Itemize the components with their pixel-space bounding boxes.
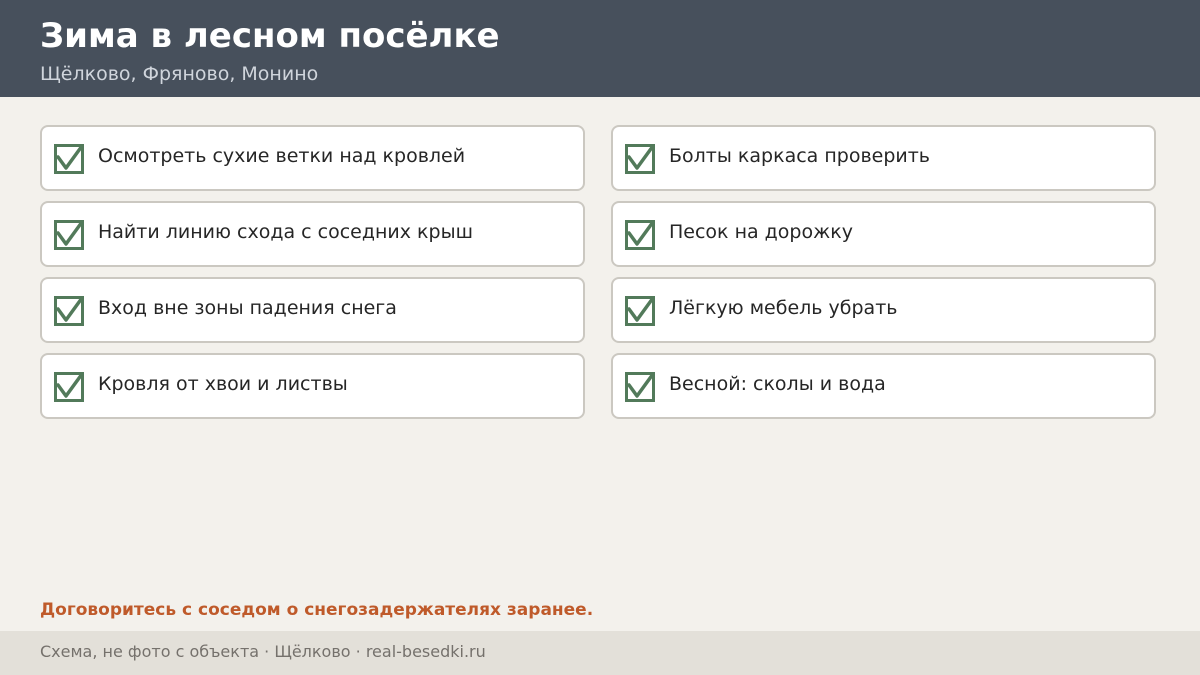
checklist-item-label: Осмотреть сухие ветки над кровлей xyxy=(98,145,466,167)
checklist-item[interactable]: Весной: сколы и вода xyxy=(611,353,1156,419)
checkbox-checked-icon[interactable] xyxy=(625,372,655,402)
checklist-item[interactable]: Болты каркаса проверить xyxy=(611,125,1156,191)
checklist-item-label: Вход вне зоны падения снега xyxy=(98,297,397,319)
checkbox-checked-icon[interactable] xyxy=(625,296,655,326)
checklist-item[interactable]: Лёгкую мебель убрать xyxy=(611,277,1156,343)
checkbox-checked-icon[interactable] xyxy=(54,372,84,402)
footer-caption: Схема, не фото с объекта · Щёлково · rea… xyxy=(40,642,486,661)
checklist-item-label: Лёгкую мебель убрать xyxy=(669,297,898,319)
checkbox-checked-icon[interactable] xyxy=(625,220,655,250)
checklist-item-label: Весной: сколы и вода xyxy=(669,373,886,395)
checkbox-checked-icon[interactable] xyxy=(625,144,655,174)
checklist-item-label: Песок на дорожку xyxy=(669,221,853,243)
checklist-item[interactable]: Песок на дорожку xyxy=(611,201,1156,267)
checklist-item[interactable]: Осмотреть сухие ветки над кровлей xyxy=(40,125,585,191)
checkbox-checked-icon[interactable] xyxy=(54,220,84,250)
checkbox-checked-icon[interactable] xyxy=(54,144,84,174)
checklist-item-label: Найти линию схода с соседних крыш xyxy=(98,221,473,243)
page-subtitle: Щёлково, Фряново, Монино xyxy=(40,63,319,85)
checklist-item[interactable]: Вход вне зоны падения снега xyxy=(40,277,585,343)
checklist-item[interactable]: Найти линию схода с соседних крыш xyxy=(40,201,585,267)
checklist-item-label: Болты каркаса проверить xyxy=(669,145,931,167)
advice-note: Договоритесь с соседом о снегозадержател… xyxy=(40,600,594,620)
page-title: Зима в лесном посёлке xyxy=(40,16,500,56)
checklist-item[interactable]: Кровля от хвои и листвы xyxy=(40,353,585,419)
header-banner: Зима в лесном посёлке Щёлково, Фряново, … xyxy=(0,0,1200,97)
checklist-grid: Осмотреть сухие ветки над кровлей Болты … xyxy=(40,125,1156,419)
checkbox-checked-icon[interactable] xyxy=(54,296,84,326)
checklist-item-label: Кровля от хвои и листвы xyxy=(98,373,348,395)
footer: Схема, не фото с объекта · Щёлково · rea… xyxy=(0,631,1200,675)
